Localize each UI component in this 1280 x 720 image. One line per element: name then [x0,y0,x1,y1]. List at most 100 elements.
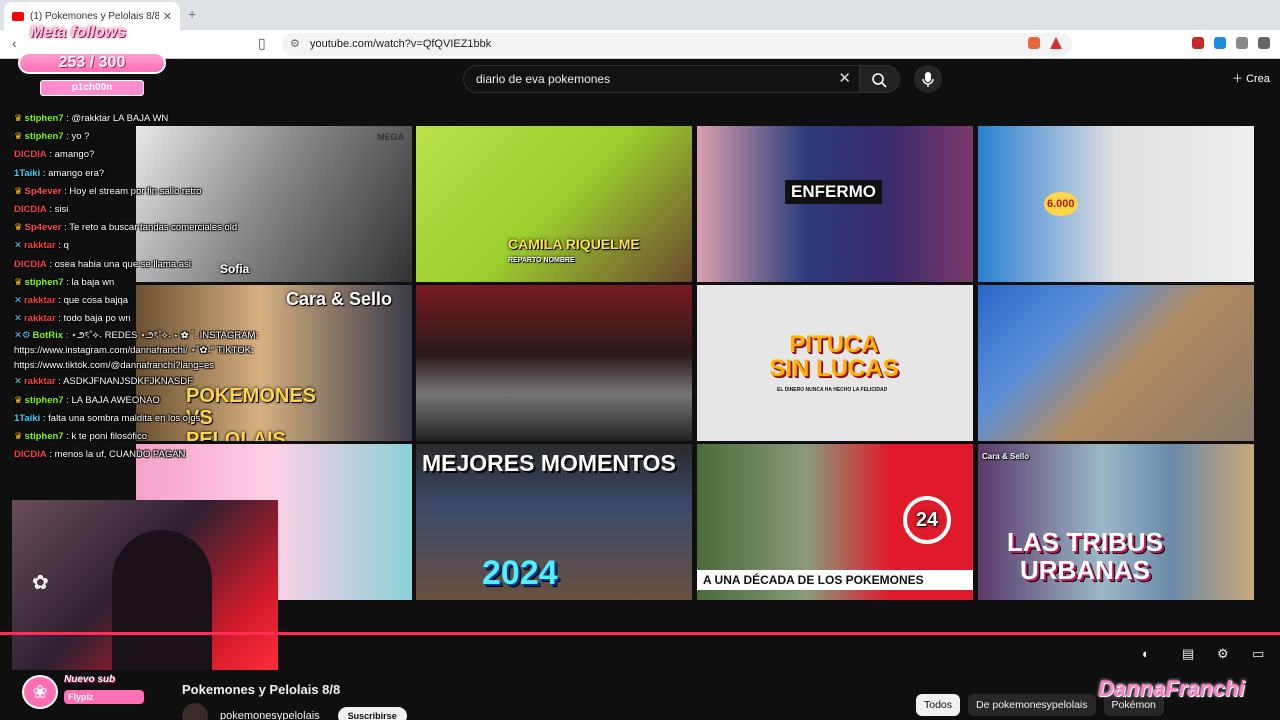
webcam-figure [112,530,212,670]
chat-text: : osea habia una que se llama asi [46,258,191,270]
microphone-icon [922,72,934,87]
video-thumbnail[interactable]: 24 A UNA DÉCADA DE LOS POKEMONES [697,444,973,600]
chat-message: ♛ stiphen7 : LA BAJA AWEONAO [14,392,286,410]
subscribe-button[interactable]: Suscribirse [337,707,407,720]
chat-username[interactable]: rakktar [24,240,56,251]
address-bar[interactable]: ⚙ youtube.com/watch?v=QfQVIEZ1bbk [282,33,1072,56]
thumbnail-caption: MEJORES MOMENTOS [422,450,676,476]
crown-badge-icon: ♛ [14,131,23,143]
crown-badge-icon: ♛ [14,431,23,443]
video-thumbnail[interactable]: PITUCA SIN LUCAS EL DINERO NUNCA HA HECH… [697,285,973,441]
voice-search-button[interactable] [914,65,942,93]
chat-username[interactable]: DICDIA [14,259,47,270]
video-title: Pokemones y Pelolais 8/8 [182,682,341,697]
sword-badge-icon: ✕ [14,313,22,325]
paw-icon: ❀ [22,675,58,709]
create-button[interactable]: ＋ Crea [1232,65,1270,93]
video-thumbnail[interactable] [978,285,1254,441]
channel-name[interactable]: pokemonesypelolais [220,710,320,720]
sword-badge-icon: ✕ [14,240,22,252]
url-text: youtube.com/watch?v=QfQVIEZ1bbk [310,38,492,50]
thumbnail-tag: Cara & Sello [982,452,1030,461]
chat-username[interactable]: rakktar [24,295,56,306]
chat-text: : @rakktar LA BAJA WN [63,113,169,124]
chat-username[interactable]: stiphen7 [25,131,64,142]
chat-message: DICDIA : osea habia una que se llama asi [14,256,286,274]
chat-message: ✕ rakktar : q [14,237,286,255]
thumbnail-subcaption: EL DINERO NUNCA HA HECHO LA FELICIDAD [777,387,888,393]
chat-text: : falta una sombra maldita en los ojos [40,412,201,424]
chat-username[interactable]: Sp4ever [25,186,62,197]
sidebar-icon[interactable] [1258,37,1270,49]
search-button[interactable] [860,65,900,93]
chat-text: : LA BAJA AWEONAO [63,394,160,406]
autoplay-toggle[interactable]: ◐ [1142,646,1150,661]
chat-text: : que cosa bajqa [55,295,129,307]
chat-message: ✕ rakktar : todo baja po wn [14,310,286,328]
bot-badge-icon: ✕⚙ [14,330,31,342]
chat-username[interactable]: stiphen7 [25,277,64,288]
chat-text: : Hoy el stream por fin salio retro [61,185,202,197]
video-thumbnail[interactable]: Cara & Sello LAS TRIBUS URBANAS [978,444,1254,600]
video-thumbnail[interactable]: CAMILA RIQUELME REPARTO NOMBRE [416,126,692,282]
clear-search-icon[interactable]: ✕ [838,66,851,92]
follower-goal-widget: Meta follows 253 / 300 p1ch00n [12,20,172,98]
thumbnail-caption: A UNA DÉCADA DE LOS POKEMONES [697,570,973,590]
create-label: Crea [1246,73,1270,85]
video-thumbnail[interactable]: MEJORES MOMENTOS 2024 [416,444,692,600]
channel-avatar[interactable] [182,703,208,720]
chat-message: ✕⚙ BotRix : ⋆౨ৎ˚⟡˖ REDES ⋆౨ৎ˚⟡˖ ࣪⋆ ✿ ˚. I… [14,328,286,373]
sword-badge-icon: ✕ [14,295,22,307]
chat-username[interactable]: stiphen7 [25,113,64,124]
chat-username[interactable]: stiphen7 [25,395,64,406]
thumbnail-tag: MEGA [377,132,404,142]
chat-text: : k te poni filosófico [63,431,148,443]
chat-username[interactable]: stiphen7 [25,431,64,442]
settings-gear-icon[interactable]: ⚙ [1217,646,1229,662]
filter-chip[interactable]: Todos [916,694,961,716]
extension-icon[interactable] [1214,37,1226,49]
filter-chip[interactable]: De pokemonesypelolais [968,694,1096,716]
flower-icon: ✿ [32,572,49,594]
brave-shield-icon[interactable] [1028,37,1040,49]
chat-text: : ASDKJFNANJSDKFJKNASDF [55,376,193,388]
chat-message: ♛ stiphen7 : k te poni filosófico [14,428,286,446]
channel-row: pokemonesypelolais Suscribirse [182,703,407,720]
chat-username[interactable]: rakktar [24,376,56,387]
chat-username[interactable]: DICDIA [14,204,47,215]
channel-badge: 24 [903,496,951,544]
miniplayer-icon[interactable]: ▭ [1252,646,1264,662]
thumbnail-caption: PITUCA SIN LUCAS [769,331,899,382]
chat-username[interactable]: 1Taiki [14,168,40,179]
newsub-title: Nuevo sub [64,674,116,685]
extension-icon[interactable] [1192,37,1204,49]
related-videos-grid: MEGA Sofia CAMILA RIQUELME REPARTO NOMBR… [136,126,1258,602]
chat-text: : amango era? [40,167,105,179]
chat-username[interactable]: DICDIA [14,449,47,460]
bookmark-icon[interactable]: ▯ [258,35,266,52]
goal-title: Meta follows [30,24,127,41]
chat-username[interactable]: rakktar [24,313,56,324]
video-thumbnail[interactable] [416,285,692,441]
chat-username[interactable]: Sp4ever [25,222,62,233]
video-thumbnail[interactable]: 6.000 [978,126,1254,282]
chat-text: : amango? [46,149,95,161]
crown-badge-icon: ♛ [14,276,23,288]
chat-message: 1Taiki : amango era? [14,165,286,183]
subtitles-icon[interactable]: ▤ [1182,646,1194,662]
thumbnail-subcaption: REPARTO NOMBRE [508,257,575,264]
chat-text: : yo ? [63,131,90,143]
new-tab-icon[interactable]: + [188,6,196,22]
video-thumbnail[interactable]: ENFERMO [697,126,973,282]
chat-username[interactable]: 1Taiki [14,413,40,424]
video-progress-bar[interactable] [0,632,1280,635]
chat-message: ♛ stiphen7 : @rakktar LA BAJA WN [14,110,286,128]
screen: (1) Pokemones y Pelolais 8/8 - Y ✕ + ‹ ▯… [0,0,1280,720]
extensions-puzzle-icon[interactable] [1236,37,1248,49]
site-info-icon[interactable]: ⚙ [290,33,300,56]
chat-username[interactable]: DICDIA [14,149,47,160]
search-input[interactable]: diario de eva pokemones ✕ [463,65,860,93]
chat-username[interactable]: BotRix [32,330,63,341]
search-icon [872,73,887,88]
chat-message: ♛ Sp4ever : Te reto a buscar tandas comer… [14,219,286,237]
